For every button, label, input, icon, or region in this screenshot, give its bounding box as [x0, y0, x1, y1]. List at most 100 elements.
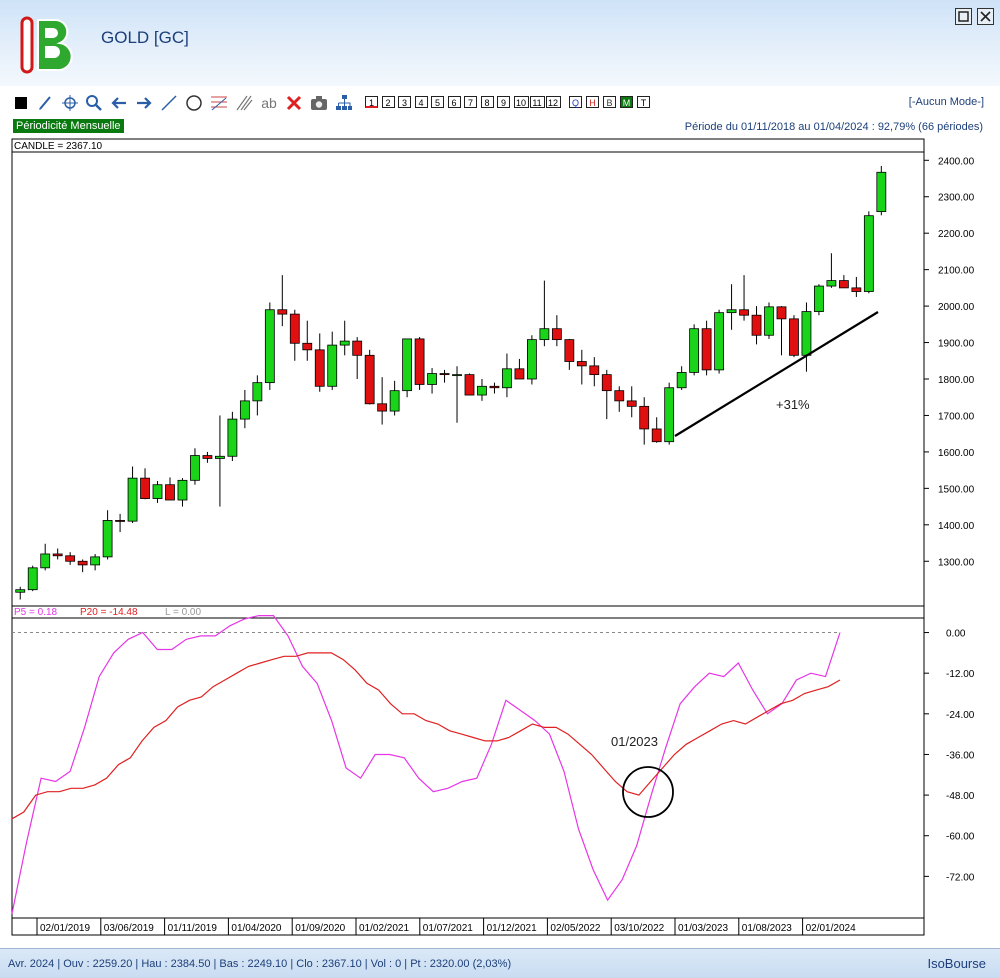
price-tick-label: 2400.00	[938, 156, 975, 167]
candle-body[interactable]	[102, 520, 113, 558]
candle-body[interactable]	[165, 484, 175, 501]
candle-body[interactable]	[576, 361, 587, 367]
candle-body[interactable]	[826, 280, 837, 287]
candle-body[interactable]	[90, 556, 101, 566]
osc-tick-label: -36.00	[946, 750, 975, 761]
candle-body[interactable]	[277, 309, 288, 315]
candle-body[interactable]	[289, 313, 300, 344]
price-tick-label: 2200.00	[938, 229, 975, 240]
oscillator-axis: 0.00 -12.00 -24.00 -36.00 -48.00 -60.00 -72.00	[924, 629, 975, 883]
price-tick-label: 2100.00	[938, 266, 975, 277]
candle-body[interactable]	[339, 340, 350, 346]
candle-body[interactable]	[502, 368, 512, 389]
candle-body[interactable]	[639, 405, 650, 430]
candle-body[interactable]	[551, 328, 562, 341]
candle-body[interactable]	[52, 553, 63, 557]
candle-body[interactable]	[714, 312, 724, 371]
price-tick-label: 1800.00	[938, 375, 975, 386]
candle-body[interactable]	[377, 403, 388, 412]
candle-body[interactable]	[477, 385, 487, 396]
candle-body[interactable]	[239, 400, 250, 420]
candle-body[interactable]	[364, 354, 375, 405]
osc-tick-label: -60.00	[946, 832, 975, 843]
candle-body[interactable]	[302, 342, 313, 351]
candle-body[interactable]	[526, 339, 537, 380]
candle-body[interactable]	[876, 171, 887, 213]
candle-body[interactable]	[27, 567, 38, 591]
date-label: 01/08/2023	[742, 923, 792, 934]
p20-legend: P20 = -14.48	[80, 607, 138, 618]
candle-body[interactable]	[414, 338, 425, 385]
candle-body[interactable]	[789, 318, 799, 356]
candle-body[interactable]	[564, 339, 575, 362]
price-tick-label: 1700.00	[938, 411, 975, 422]
candle-body[interactable]	[664, 387, 675, 443]
candle-body[interactable]	[514, 368, 525, 380]
candle-legend: CANDLE = 2367.10	[14, 141, 103, 152]
candle-body[interactable]	[863, 215, 874, 292]
candle-body[interactable]	[152, 484, 163, 499]
candle-body[interactable]	[115, 520, 125, 522]
candle-body[interactable]	[352, 340, 363, 356]
candle-body[interactable]	[751, 314, 762, 336]
date-label: 01/12/2021	[487, 923, 537, 934]
date-label: 03/10/2022	[614, 923, 664, 934]
candle-body[interactable]	[626, 400, 637, 407]
candle-body[interactable]	[15, 589, 26, 593]
candle-body[interactable]	[227, 418, 238, 457]
candle-body[interactable]	[402, 338, 413, 392]
candle-body[interactable]	[464, 374, 475, 396]
price-chart[interactable]: CANDLE = 2367.10 P5 = 0.18 P20 = -14.48 …	[0, 0, 1000, 945]
candle-body[interactable]	[614, 390, 625, 402]
date-label: 01/09/2020	[295, 923, 345, 934]
p5-legend: P5 = 0.18	[14, 607, 58, 618]
candle-body[interactable]	[252, 382, 263, 402]
date-label: 02/05/2022	[550, 923, 600, 934]
candle-body[interactable]	[177, 479, 188, 501]
candle-body[interactable]	[676, 372, 687, 389]
candle-body[interactable]	[264, 309, 275, 384]
price-tick-label: 1900.00	[938, 339, 975, 350]
osc-tick-label: -12.00	[946, 669, 975, 680]
candle-body[interactable]	[427, 373, 437, 385]
candle-body[interactable]	[589, 365, 600, 376]
candle-body[interactable]	[764, 306, 774, 336]
candle-body[interactable]	[739, 309, 749, 316]
candle-body[interactable]	[190, 455, 200, 481]
candle-body[interactable]	[801, 311, 812, 356]
osc-tick-label: -48.00	[946, 791, 975, 802]
candle-body[interactable]	[651, 428, 662, 443]
candle-body[interactable]	[489, 385, 500, 389]
candle-body[interactable]	[814, 285, 824, 312]
candle-body[interactable]	[701, 328, 712, 371]
date-label: 02/01/2019	[40, 923, 90, 934]
candle-body[interactable]	[215, 455, 225, 459]
date-label: 03/06/2019	[104, 923, 154, 934]
circle-label: 01/2023	[611, 734, 658, 749]
osc-tick-label: -24.00	[946, 710, 975, 721]
candle-body[interactable]	[726, 309, 737, 314]
candle-body[interactable]	[539, 328, 550, 341]
osc-tick-label: -72.00	[946, 872, 975, 883]
candle-body[interactable]	[601, 374, 612, 392]
candle-body[interactable]	[439, 373, 450, 376]
candle-body[interactable]	[65, 555, 76, 562]
candle-body[interactable]	[838, 280, 849, 289]
price-tick-label: 1500.00	[938, 484, 975, 495]
candle-body[interactable]	[140, 477, 150, 499]
candle-body[interactable]	[127, 477, 138, 522]
candle-body[interactable]	[40, 553, 51, 569]
candle-body[interactable]	[202, 455, 213, 459]
candle-body[interactable]	[77, 560, 88, 566]
candle-body[interactable]	[314, 349, 325, 387]
candle-body[interactable]	[689, 328, 700, 373]
date-label: 01/11/2019	[168, 923, 218, 934]
date-label: 02/01/2024	[806, 923, 856, 934]
candle-body[interactable]	[851, 287, 862, 292]
candle-body[interactable]	[389, 390, 400, 412]
candle-body[interactable]	[452, 374, 462, 377]
candle-body[interactable]	[327, 344, 338, 387]
brand-label: IsoBourse	[927, 956, 986, 971]
zero-legend: L = 0.00	[165, 607, 201, 618]
candle-body[interactable]	[776, 306, 787, 320]
